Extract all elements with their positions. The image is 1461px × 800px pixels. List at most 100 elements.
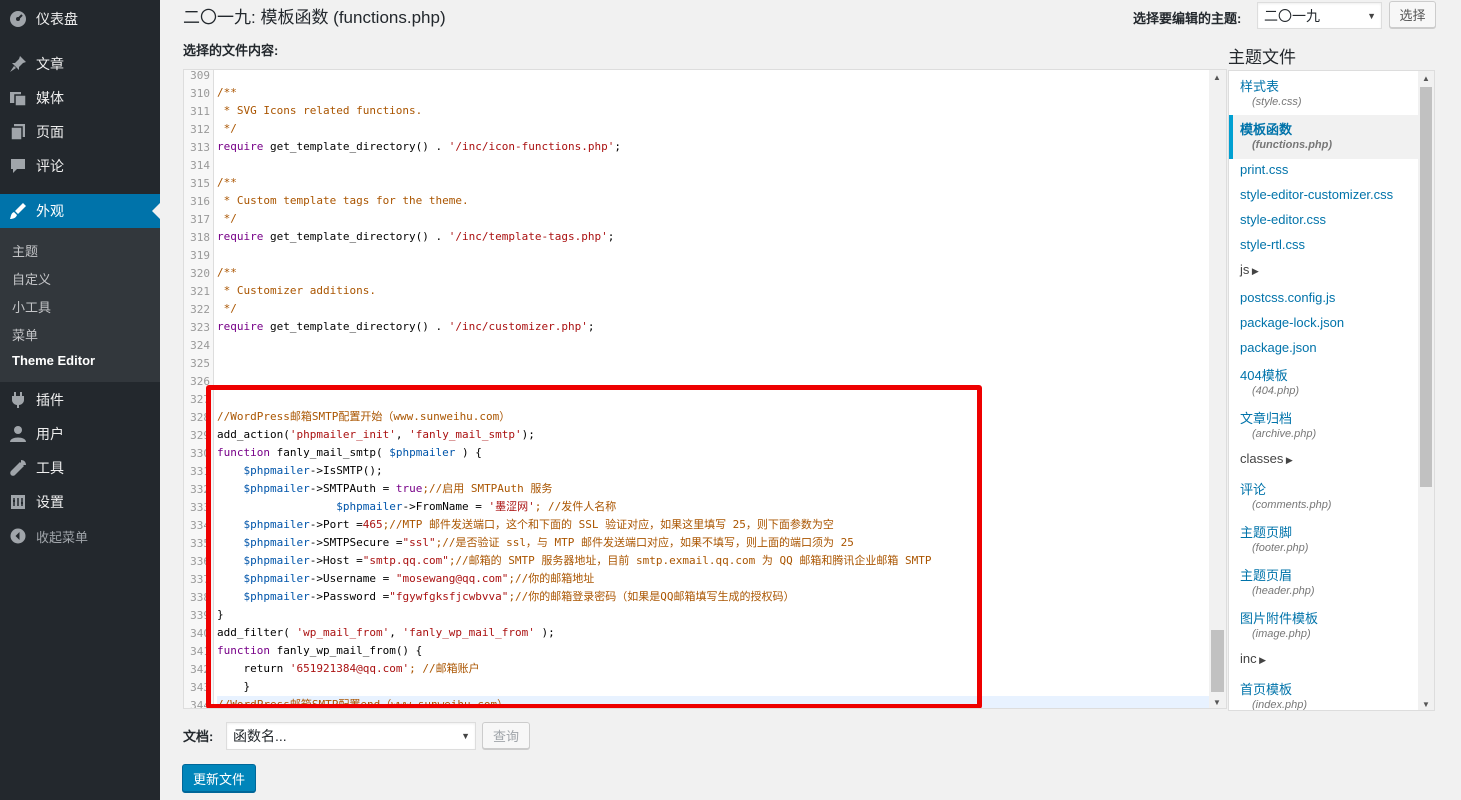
code-token: /**: [217, 266, 237, 279]
file-item[interactable]: style-rtl.css: [1240, 237, 1305, 252]
file-item[interactable]: 文章归档: [1240, 408, 1292, 427]
code-line[interactable]: require get_template_directory() . '/inc…: [217, 138, 621, 156]
code-line[interactable]: require get_template_directory() . '/inc…: [217, 228, 614, 246]
sidebar-item-label: 插件: [36, 392, 64, 408]
code-token: require: [217, 230, 264, 243]
editor-scrollbar[interactable]: ▲ ▼: [1209, 70, 1226, 708]
comment-icon: [9, 157, 27, 175]
folder-item[interactable]: classes ▶: [1240, 451, 1293, 466]
theme-select-value: 二〇一九: [1264, 7, 1320, 24]
code-token: require: [217, 320, 264, 333]
select-theme-button[interactable]: 选择: [1389, 1, 1436, 28]
sidebar-item-page[interactable]: 页面: [0, 115, 160, 149]
lookup-button[interactable]: 查询: [482, 722, 530, 749]
function-name-select[interactable]: 函数名... ▼: [226, 722, 476, 750]
sidebar-item-comment[interactable]: 评论: [0, 149, 160, 183]
code-line[interactable]: /**: [217, 174, 237, 192]
file-item[interactable]: 样式表: [1240, 76, 1279, 95]
submenu-themes[interactable]: 主题: [12, 241, 38, 260]
file-item[interactable]: 模板函数: [1240, 119, 1292, 138]
submenu-menus[interactable]: 菜单: [12, 325, 38, 344]
sidebar-item-user[interactable]: 用户: [0, 417, 160, 451]
dropdown-arrow-icon: ▼: [461, 731, 470, 741]
file-item[interactable]: 404模板: [1240, 365, 1288, 384]
line-number: 312: [190, 123, 210, 136]
settings-icon: [9, 493, 27, 511]
submenu-customize[interactable]: 自定义: [12, 269, 51, 288]
file-item[interactable]: package-lock.json: [1240, 315, 1344, 330]
file-item[interactable]: style-editor-customizer.css: [1240, 187, 1393, 202]
code-line[interactable]: */: [217, 210, 237, 228]
sidebar-item-settings[interactable]: 设置: [0, 485, 160, 519]
collapse-arrow-icon: [9, 527, 27, 545]
file-item[interactable]: 首页模板: [1240, 679, 1292, 698]
scroll-up-icon[interactable]: ▲: [1213, 73, 1221, 82]
sidebar-item-label: 页面: [36, 124, 64, 140]
line-number: 315: [190, 177, 210, 190]
folder-expand-icon[interactable]: ▶: [1257, 655, 1266, 665]
pin-icon: [9, 55, 27, 73]
file-label: 404模板: [1240, 368, 1288, 383]
file-label: 文章归档: [1240, 411, 1293, 426]
file-label: print.css: [1240, 162, 1289, 177]
file-label: js: [1240, 262, 1250, 277]
folder-expand-icon[interactable]: ▶: [1283, 455, 1293, 465]
line-number: 320: [190, 267, 210, 280]
sidebar-item-pin[interactable]: 文章: [0, 47, 160, 81]
code-line[interactable]: /**: [217, 264, 237, 282]
code-line[interactable]: * Custom template tags for the theme.: [217, 192, 469, 210]
file-label: 首页模板: [1240, 682, 1293, 697]
collapse-menu-label: 收起菜单: [36, 529, 89, 545]
update-file-button[interactable]: 更新文件: [182, 764, 256, 792]
file-name: (header.php): [1252, 585, 1315, 597]
file-label: 图片附件模板: [1240, 611, 1319, 626]
scroll-down-icon[interactable]: ▼: [1213, 698, 1221, 707]
code-line[interactable]: * SVG Icons related functions.: [217, 102, 423, 120]
file-item[interactable]: package.json: [1240, 340, 1317, 355]
file-item[interactable]: 主题页眉: [1240, 565, 1292, 584]
code-token: */: [217, 122, 237, 135]
line-number: 310: [190, 87, 210, 100]
files-scrollbar[interactable]: ▲ ▼: [1418, 71, 1434, 710]
sidebar-item-plugin[interactable]: 插件: [0, 383, 160, 417]
file-item[interactable]: 主题页脚: [1240, 522, 1292, 541]
file-item[interactable]: 图片附件模板: [1240, 608, 1318, 627]
user-icon: [9, 425, 27, 443]
sidebar-item-label: 工具: [36, 460, 64, 476]
sidebar-item-label: 评论: [36, 158, 64, 174]
editor-scroll-thumb[interactable]: [1211, 630, 1224, 692]
sidebar-item-wrench[interactable]: 工具: [0, 451, 160, 485]
submenu-theme-editor[interactable]: Theme Editor: [12, 353, 95, 368]
code-token: * Custom template tags for the theme.: [217, 194, 469, 207]
code-token: * Customizer additions.: [217, 284, 376, 297]
file-item[interactable]: print.css: [1240, 162, 1288, 177]
file-label: package.json: [1240, 340, 1317, 355]
code-editor[interactable]: 309 310 311 312 313 314 315 316 317 318 319 320 321 3…: [183, 69, 1227, 709]
file-item[interactable]: 评论: [1240, 479, 1266, 498]
scroll-down-icon[interactable]: ▼: [1422, 700, 1430, 709]
folder-item[interactable]: inc ▶: [1240, 651, 1266, 666]
scroll-up-icon[interactable]: ▲: [1422, 74, 1430, 83]
code-line[interactable]: /**: [217, 84, 237, 102]
sidebar-item-media[interactable]: 媒体: [0, 81, 160, 115]
code-token: */: [217, 212, 237, 225]
function-name-value: 函数名...: [233, 728, 287, 744]
code-line[interactable]: */: [217, 120, 237, 138]
sidebar-item-appearance-brush[interactable]: 外观: [0, 194, 160, 228]
folder-item[interactable]: js ▶: [1240, 262, 1259, 277]
page-title: 二〇一九: 模板函数 (functions.php): [183, 8, 446, 27]
collapse-menu-button[interactable]: 收起菜单: [0, 519, 160, 553]
code-line[interactable]: * Customizer additions.: [217, 282, 376, 300]
files-scroll-thumb[interactable]: [1420, 87, 1432, 487]
folder-expand-icon[interactable]: ▶: [1249, 266, 1259, 276]
theme-select[interactable]: 二〇一九 ▼: [1257, 2, 1382, 29]
file-item[interactable]: postcss.config.js: [1240, 290, 1335, 305]
line-number: 309: [190, 69, 210, 82]
file-content-label: 选择的文件内容:: [183, 43, 279, 58]
sidebar-item-dashboard[interactable]: 仪表盘: [0, 2, 160, 36]
code-line[interactable]: require get_template_directory() . '/inc…: [217, 318, 595, 336]
theme-files-list: 样式表 (style.css) 模板函数 (functions.php) print.c…: [1228, 70, 1435, 711]
file-item[interactable]: style-editor.css: [1240, 212, 1326, 227]
code-line[interactable]: */: [217, 300, 237, 318]
submenu-widgets[interactable]: 小工具: [12, 297, 51, 316]
